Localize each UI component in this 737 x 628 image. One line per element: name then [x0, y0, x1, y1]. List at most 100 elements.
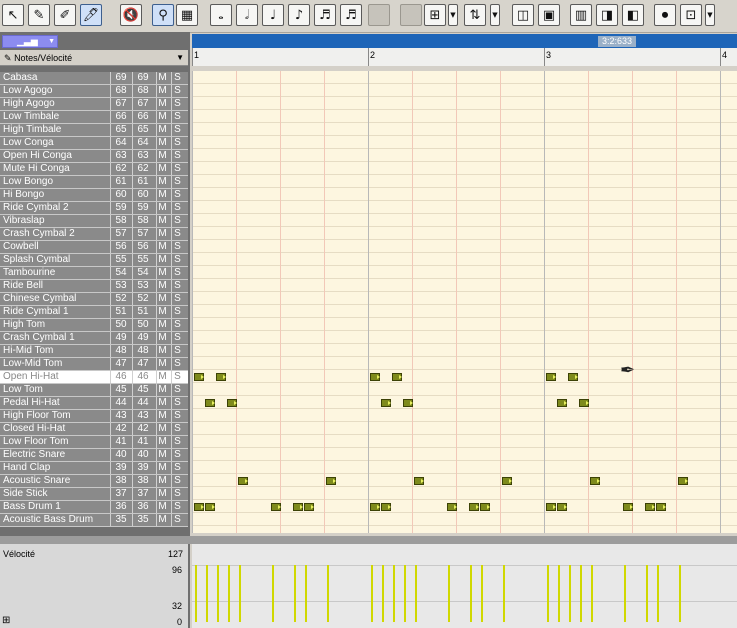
- drum-hit[interactable]: [447, 503, 457, 511]
- quantize-icon[interactable]: ▦: [176, 4, 198, 26]
- loop-dropdown-icon[interactable]: ▼: [705, 4, 715, 26]
- solo-button[interactable]: S: [171, 189, 183, 201]
- drum-map-row[interactable]: Ride Cymbal 1 51 51 M S: [0, 306, 188, 319]
- velocity-bar[interactable]: [558, 565, 560, 622]
- drum-map-row[interactable]: Crash Cymbal 2 57 57 M S: [0, 228, 188, 241]
- mute-button[interactable]: M: [156, 514, 168, 526]
- drum-map-row[interactable]: High Agogo 67 67 M S: [0, 98, 188, 111]
- mute-button[interactable]: M: [156, 306, 168, 318]
- solo-button[interactable]: S: [171, 371, 183, 383]
- mute-button[interactable]: M: [156, 358, 168, 370]
- velocity-bar[interactable]: [239, 565, 241, 622]
- solo-button[interactable]: S: [171, 280, 183, 292]
- velocity-bar[interactable]: [195, 565, 197, 622]
- mute-button[interactable]: M: [156, 72, 168, 84]
- drum-hit[interactable]: [546, 373, 556, 381]
- mute-button[interactable]: M: [156, 150, 168, 162]
- drum-map-row[interactable]: Vibraslap 58 58 M S: [0, 215, 188, 228]
- velocity-bar[interactable]: [228, 565, 230, 622]
- solo-button[interactable]: S: [171, 436, 183, 448]
- mute-button[interactable]: M: [156, 345, 168, 357]
- grid-dropdown-icon[interactable]: ▼: [448, 4, 458, 26]
- velocity-bar[interactable]: [624, 565, 626, 622]
- expand-icon[interactable]: ⊞: [2, 615, 10, 626]
- solo-button[interactable]: S: [171, 150, 183, 162]
- mute-button[interactable]: M: [156, 501, 168, 513]
- drum-map-row[interactable]: Low Timbale 66 66 M S: [0, 111, 188, 124]
- velocity-bar[interactable]: [327, 565, 329, 622]
- drum-hit[interactable]: [579, 399, 589, 407]
- drum-map-row[interactable]: Acoustic Snare 38 38 M S: [0, 475, 188, 488]
- mute-button[interactable]: M: [156, 215, 168, 227]
- drum-hit[interactable]: [403, 399, 413, 407]
- velocity-bar[interactable]: [404, 565, 406, 622]
- solo-button[interactable]: S: [171, 228, 183, 240]
- drum-hit[interactable]: [656, 503, 666, 511]
- snap-icon[interactable]: ⚲: [152, 4, 174, 26]
- layout-2-icon[interactable]: ◨: [596, 4, 618, 26]
- mute-button[interactable]: M: [156, 436, 168, 448]
- mute-button[interactable]: M: [156, 124, 168, 136]
- drum-hit[interactable]: [590, 477, 600, 485]
- drum-map-row[interactable]: Ride Bell 53 53 M S: [0, 280, 188, 293]
- mute-button[interactable]: M: [156, 163, 168, 175]
- note-grid[interactable]: [192, 71, 737, 533]
- mute-button[interactable]: M: [156, 267, 168, 279]
- drum-map-row[interactable]: Open Hi-Hat 46 46 M S: [0, 371, 188, 384]
- drum-map-row[interactable]: High Timbale 65 65 M S: [0, 124, 188, 137]
- drum-hit[interactable]: [623, 503, 633, 511]
- mute-button[interactable]: M: [156, 371, 168, 383]
- mute-button[interactable]: M: [156, 293, 168, 305]
- drum-hit[interactable]: [502, 477, 512, 485]
- sort-dropdown-icon[interactable]: ▼: [490, 4, 500, 26]
- drum-hit[interactable]: [238, 477, 248, 485]
- solo-button[interactable]: S: [171, 111, 183, 123]
- velocity-bar[interactable]: [657, 565, 659, 622]
- loop-icon[interactable]: ⊡: [680, 4, 702, 26]
- drum-map-row[interactable]: High Tom 50 50 M S: [0, 319, 188, 332]
- velocity-bar[interactable]: [503, 565, 505, 622]
- velocity-bar[interactable]: [305, 565, 307, 622]
- mute-button[interactable]: M: [156, 98, 168, 110]
- drum-hit[interactable]: [480, 503, 490, 511]
- solo-button[interactable]: S: [171, 267, 183, 279]
- mute-button[interactable]: M: [156, 241, 168, 253]
- line-tool-icon[interactable]: ✐: [54, 4, 76, 26]
- drum-hit[interactable]: [227, 399, 237, 407]
- velocity-bar[interactable]: [470, 565, 472, 622]
- pen-icon[interactable]: 🖊: [80, 4, 102, 26]
- mute-button[interactable]: M: [156, 475, 168, 487]
- drum-hit[interactable]: [645, 503, 655, 511]
- drum-hit[interactable]: [469, 503, 479, 511]
- layout-1-icon[interactable]: ▥: [570, 4, 592, 26]
- mute-button[interactable]: M: [156, 202, 168, 214]
- drum-hit[interactable]: [557, 399, 567, 407]
- drum-hit[interactable]: [326, 477, 336, 485]
- solo-button[interactable]: S: [171, 423, 183, 435]
- solo-button[interactable]: S: [171, 98, 183, 110]
- mute-button[interactable]: M: [156, 332, 168, 344]
- draw-pencil-icon[interactable]: ✎: [28, 4, 50, 26]
- solo-button[interactable]: S: [171, 501, 183, 513]
- drum-map-row[interactable]: Hi-Mid Tom 48 48 M S: [0, 345, 188, 358]
- velocity-bar[interactable]: [272, 565, 274, 622]
- velocity-lane[interactable]: [192, 544, 737, 628]
- mute-button[interactable]: M: [156, 397, 168, 409]
- solo-button[interactable]: S: [171, 332, 183, 344]
- velocity-bar[interactable]: [547, 565, 549, 622]
- drum-hit[interactable]: [304, 503, 314, 511]
- record-icon[interactable]: ⏺: [654, 4, 676, 26]
- drum-map-row[interactable]: Splash Cymbal 55 55 M S: [0, 254, 188, 267]
- solo-button[interactable]: S: [171, 384, 183, 396]
- solo-button[interactable]: S: [171, 176, 183, 188]
- drum-map-row[interactable]: Low Agogo 68 68 M S: [0, 85, 188, 98]
- drum-map-row[interactable]: Cowbell 56 56 M S: [0, 241, 188, 254]
- mute-button[interactable]: M: [156, 111, 168, 123]
- solo-button[interactable]: S: [171, 345, 183, 357]
- drum-hit[interactable]: [370, 373, 380, 381]
- solo-button[interactable]: S: [171, 514, 183, 526]
- drum-hit[interactable]: [546, 503, 556, 511]
- zoom-icon[interactable]: ▣: [538, 4, 560, 26]
- solo-button[interactable]: S: [171, 475, 183, 487]
- drum-map-row[interactable]: High Floor Tom 43 43 M S: [0, 410, 188, 423]
